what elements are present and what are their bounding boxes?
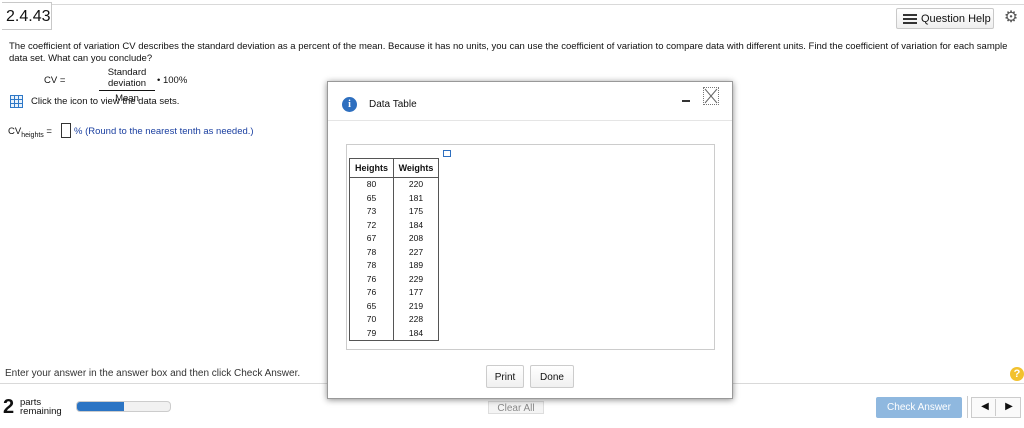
- data-table: Heights Weights 80 220 65 181 73 175 72 184 …: [349, 158, 439, 341]
- question-help-label: Question Help: [921, 13, 991, 25]
- data-link-text: Click the icon to view the data sets.: [31, 96, 180, 107]
- clear-all-button[interactable]: Clear All: [488, 401, 544, 414]
- height-cell: 78: [349, 245, 394, 259]
- formula-numerator: Standard deviation: [99, 67, 155, 91]
- remaining-label: remaining: [20, 406, 62, 417]
- footer-instruction: Enter your answer in the answer box and …: [5, 368, 301, 379]
- parts-count: 2: [3, 396, 15, 418]
- table-row: 79 184: [349, 326, 439, 341]
- table-row: 76 177: [349, 286, 439, 300]
- table-row: 73 175: [349, 205, 439, 219]
- table-row: 65 181: [349, 191, 439, 205]
- height-cell: 65: [349, 191, 394, 205]
- column-header-heights: Heights: [349, 158, 394, 178]
- table-row: 67 208: [349, 232, 439, 246]
- table-row: 65 219: [349, 299, 439, 313]
- column-header-weights: Weights: [393, 158, 439, 178]
- height-cell: 65: [349, 299, 394, 313]
- progress-bar: [76, 401, 171, 412]
- question-number: 2.4.43: [2, 2, 52, 30]
- prev-arrow-icon[interactable]: ◀: [975, 401, 995, 412]
- table-row: 76 229: [349, 272, 439, 286]
- rounding-note: % (Round to the nearest tenth as needed.…: [74, 126, 254, 137]
- gear-icon[interactable]: ⚙: [1002, 9, 1020, 27]
- formula-lhs: CV =: [44, 75, 66, 86]
- top-divider: [52, 4, 1024, 5]
- done-button[interactable]: Done: [530, 365, 574, 388]
- weight-cell: 177: [393, 286, 439, 300]
- help-icon[interactable]: ?: [1010, 367, 1024, 381]
- answer-prefix: CV: [8, 126, 22, 137]
- weight-cell: 229: [393, 272, 439, 286]
- answer-subscript: heights: [21, 131, 44, 139]
- footer-separator: [967, 396, 968, 418]
- table-row: 80 220: [349, 177, 439, 192]
- minimize-icon[interactable]: [682, 100, 690, 102]
- height-cell: 72: [349, 218, 394, 232]
- weight-cell: 189: [393, 259, 439, 273]
- question-text: The coefficient of variation CV describe…: [9, 41, 1008, 64]
- answer-equals: =: [43, 126, 52, 137]
- weight-cell: 220: [393, 177, 439, 192]
- height-cell: 73: [349, 205, 394, 219]
- weight-cell: 227: [393, 245, 439, 259]
- list-icon: [903, 14, 917, 24]
- question-help-button[interactable]: Question Help: [896, 8, 994, 29]
- table-row: 70 228: [349, 313, 439, 327]
- copy-icon[interactable]: [443, 150, 451, 157]
- check-answer-button[interactable]: Check Answer: [876, 397, 962, 418]
- weight-cell: 219: [393, 299, 439, 313]
- table-header-row: Heights Weights: [349, 158, 439, 178]
- data-table-icon[interactable]: [10, 95, 23, 108]
- print-button[interactable]: Print: [486, 365, 524, 388]
- dialog-divider: [328, 120, 732, 121]
- height-cell: 67: [349, 232, 394, 246]
- next-arrow-icon[interactable]: ▶: [999, 401, 1019, 412]
- height-cell: 76: [349, 286, 394, 300]
- weight-cell: 184: [393, 218, 439, 232]
- weight-cell: 228: [393, 313, 439, 327]
- height-cell: 78: [349, 259, 394, 273]
- nav-divider: [995, 399, 996, 416]
- weight-cell: 181: [393, 191, 439, 205]
- weight-cell: 208: [393, 232, 439, 246]
- table-row: 78 227: [349, 245, 439, 259]
- height-cell: 76: [349, 272, 394, 286]
- formula-tail: • 100%: [157, 75, 188, 86]
- weight-cell: 175: [393, 205, 439, 219]
- info-icon: i: [342, 97, 357, 112]
- answer-input[interactable]: [61, 123, 71, 138]
- dialog-title: Data Table: [369, 99, 417, 110]
- progress-fill: [77, 402, 124, 411]
- close-icon[interactable]: [703, 87, 719, 105]
- height-cell: 80: [349, 177, 394, 192]
- table-row: 78 189: [349, 259, 439, 273]
- height-cell: 70: [349, 313, 394, 327]
- weight-cell: 184: [393, 326, 439, 341]
- answer-label: CVheights =: [8, 126, 52, 139]
- height-cell: 79: [349, 326, 394, 341]
- table-row: 72 184: [349, 218, 439, 232]
- parts-remaining-label: parts remaining: [20, 398, 62, 417]
